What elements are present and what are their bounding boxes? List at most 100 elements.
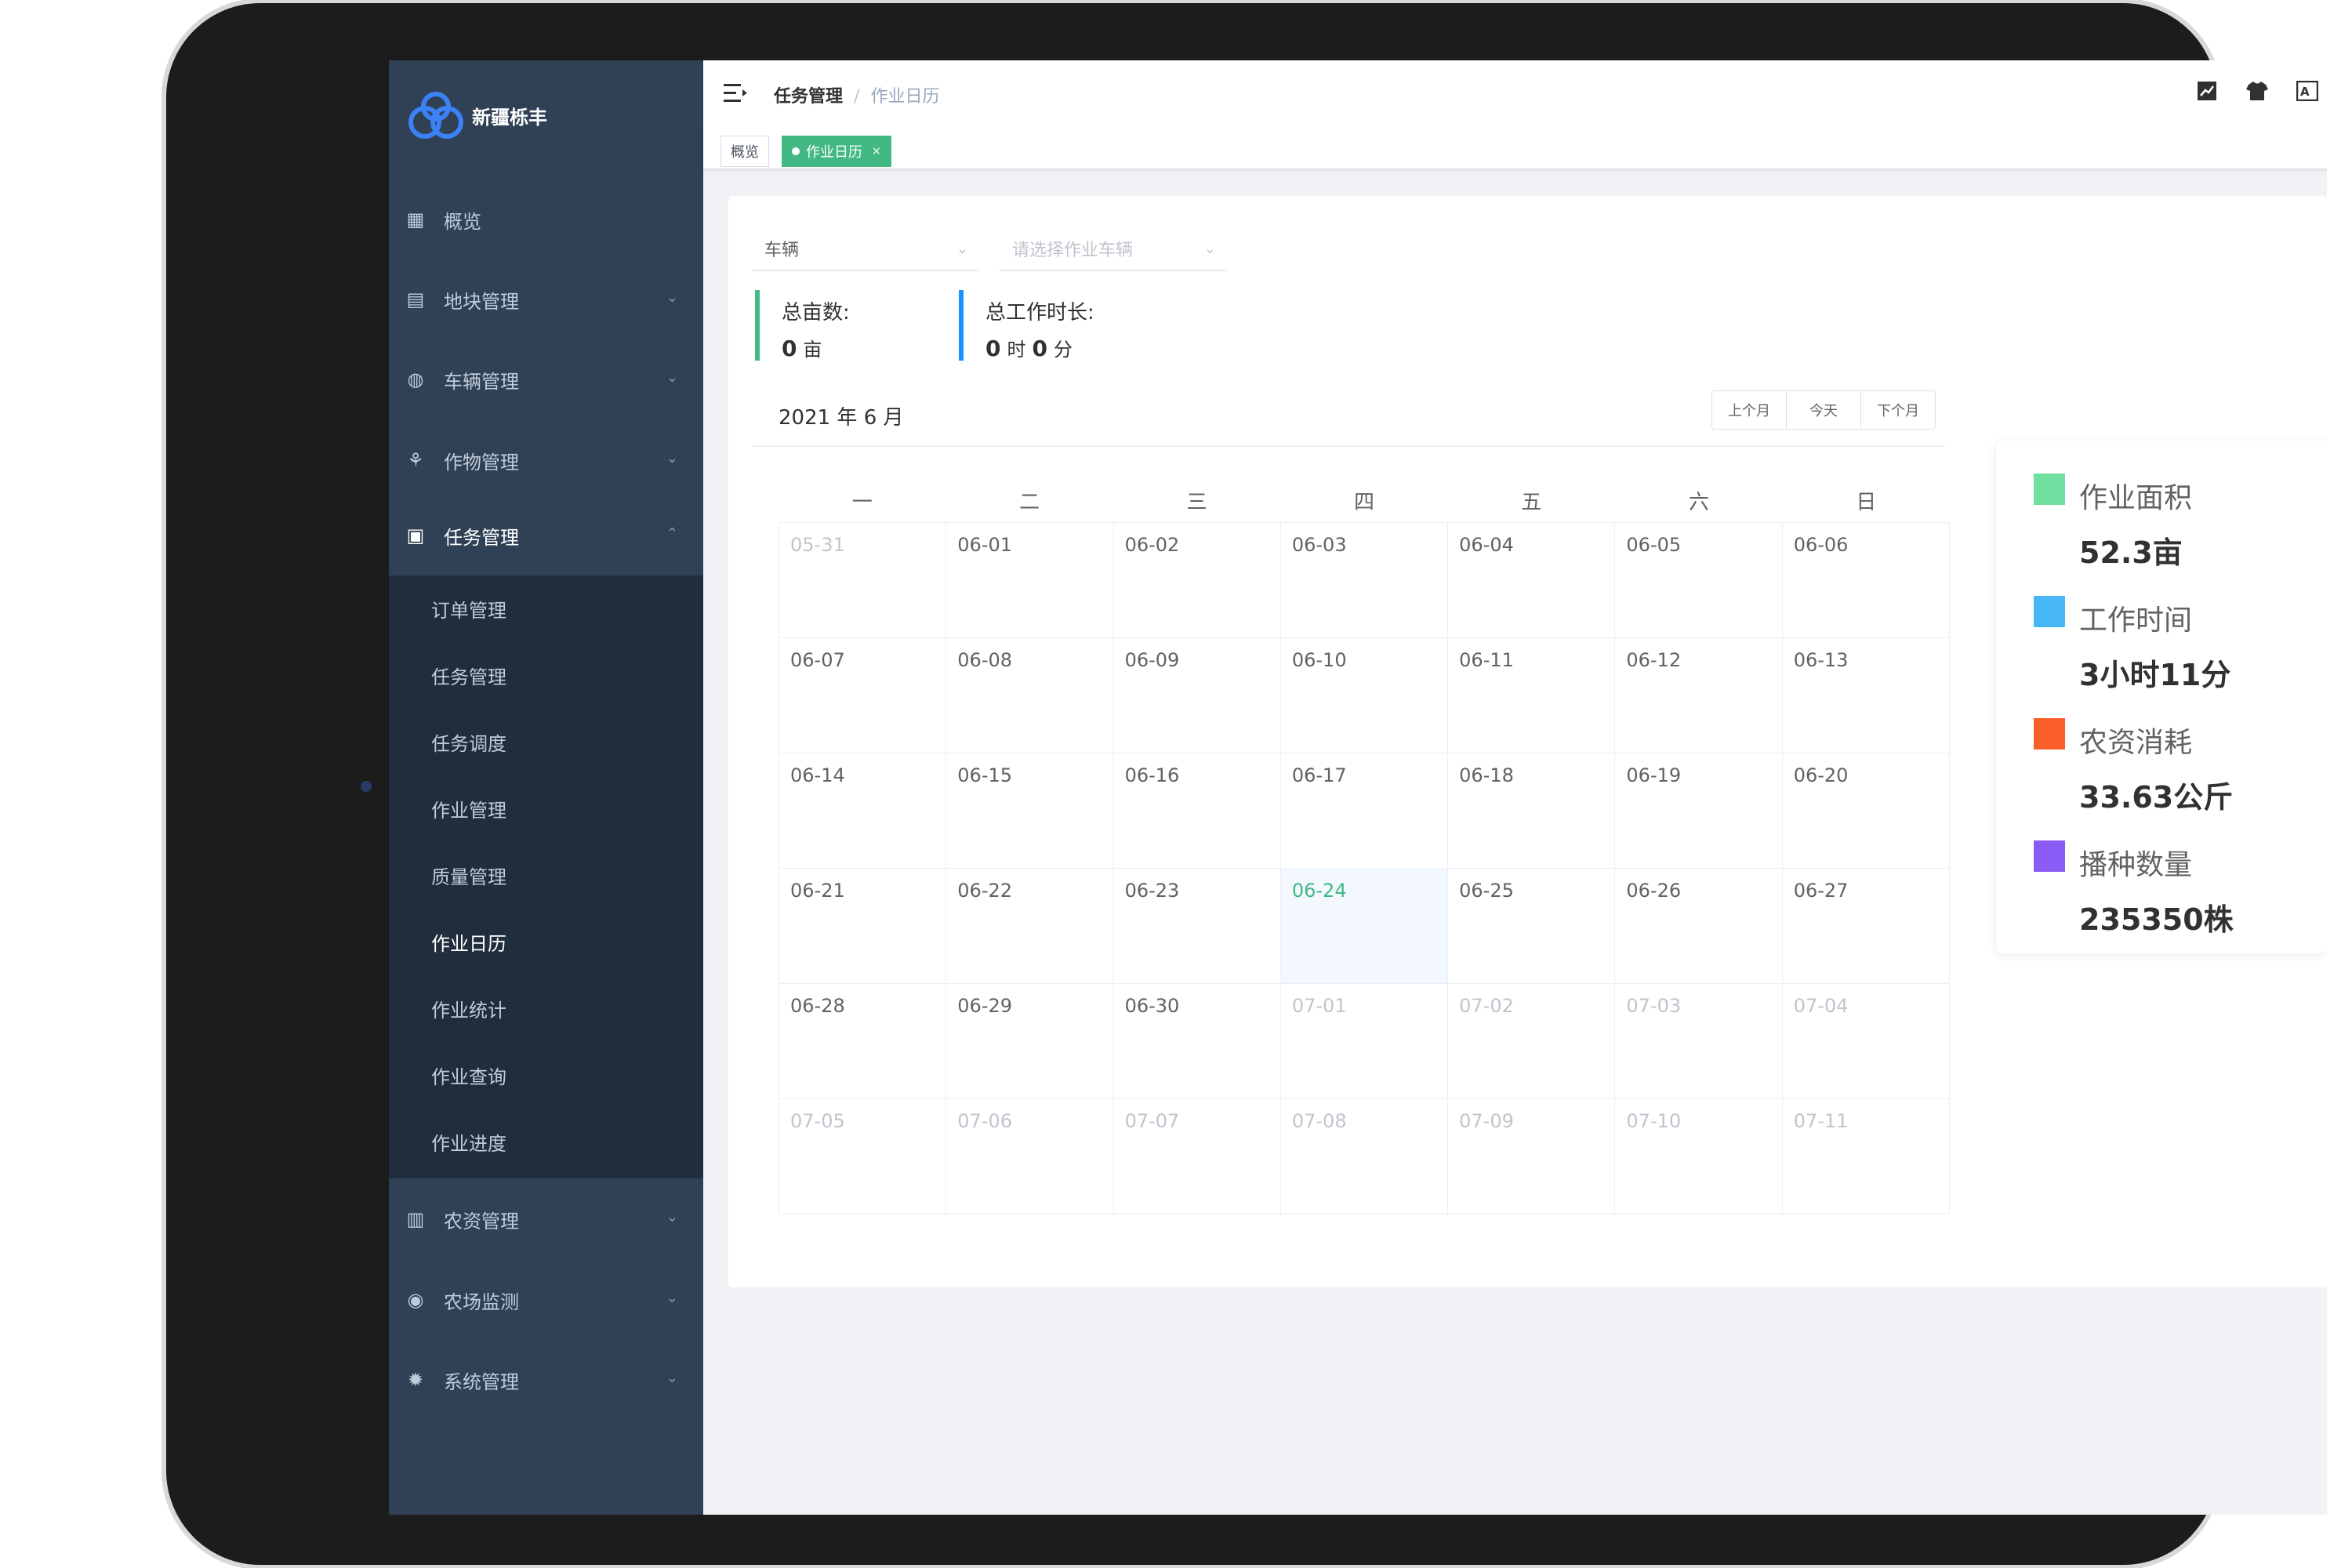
tablet-frame: 新疆栎丰 ▦ 概览 ▤ 地块管理 ⌄ ◍ 车辆管理 ⌄ ⚘ 作物管理 ⌄ ▣ 任… xyxy=(166,3,2327,1565)
calendar-day[interactable]: 06-04 xyxy=(1448,523,1616,638)
submenu-item-calendar[interactable]: 作业日历 xyxy=(389,909,703,975)
sidebar-item-label: 概览 xyxy=(444,210,481,233)
submenu-item-label: 任务调度 xyxy=(431,733,506,755)
calendar-day[interactable]: 07-03 xyxy=(1615,984,1783,1099)
calendar-day[interactable]: 07-06 xyxy=(946,1099,1114,1214)
hamburger-icon[interactable] xyxy=(724,82,747,104)
weekday-label: 五 xyxy=(1521,491,1542,514)
calendar-day[interactable]: 06-05 xyxy=(1615,523,1783,638)
sidebar-item-farm-monitoring[interactable]: ◉ 农场监测 ⌄ xyxy=(389,1260,703,1340)
calendar-day-today[interactable]: 06-24 xyxy=(1280,869,1449,984)
tag-work-calendar[interactable]: 作业日历 × xyxy=(782,136,891,167)
divider xyxy=(752,445,1945,447)
close-icon[interactable]: × xyxy=(872,145,881,158)
logo-text: 新疆栎丰 xyxy=(472,106,547,129)
today-button[interactable]: 今天 xyxy=(1787,391,1861,429)
calendar-day[interactable]: 06-12 xyxy=(1615,638,1783,753)
calendar-day[interactable]: 06-22 xyxy=(946,869,1114,984)
calendar-day[interactable]: 06-20 xyxy=(1782,753,1950,869)
chart-icon[interactable] xyxy=(2195,79,2219,103)
calendar-day[interactable]: 06-18 xyxy=(1448,753,1616,869)
logo[interactable]: 新疆栎丰 xyxy=(405,84,547,147)
calendar-day[interactable]: 06-26 xyxy=(1615,869,1783,984)
sidebar-item-label: 地块管理 xyxy=(444,290,519,313)
calendar-day[interactable]: 07-10 xyxy=(1615,1099,1783,1214)
calendar-day[interactable]: 06-06 xyxy=(1782,523,1950,638)
sidebar-item-label: 作物管理 xyxy=(444,451,519,474)
calendar-day[interactable]: 06-07 xyxy=(779,638,947,753)
chevron-down-icon: ⌄ xyxy=(666,450,678,466)
submenu-item-orders[interactable]: 订单管理 xyxy=(389,575,703,642)
submenu-item-query[interactable]: 作业查询 xyxy=(389,1042,703,1109)
work-vehicle-select[interactable]: 请选择作业车辆 ⌄ xyxy=(1000,227,1227,271)
font-size-icon[interactable]: A xyxy=(2296,79,2319,103)
chevron-down-icon: ⌄ xyxy=(956,240,968,257)
calendar-day[interactable]: 07-09 xyxy=(1448,1099,1616,1214)
sidebar-item-label: 农场监测 xyxy=(444,1290,519,1313)
sidebar-item-system[interactable]: ✹ 系统管理 ⌄ xyxy=(389,1340,703,1420)
calendar-day[interactable]: 06-11 xyxy=(1448,638,1616,753)
breadcrumb-separator: / xyxy=(854,87,860,107)
sidebar-item-agri-supplies[interactable]: ▥ 农资管理 ⌄ xyxy=(389,1179,703,1259)
calendar-day[interactable]: 06-08 xyxy=(946,638,1114,753)
calendar-day[interactable]: 06-27 xyxy=(1782,869,1950,984)
calendar-day[interactable]: 07-04 xyxy=(1782,984,1950,1099)
legend-swatch xyxy=(2034,840,2065,872)
submenu-item-quality[interactable]: 质量管理 xyxy=(389,842,703,909)
calendar-day[interactable]: 06-19 xyxy=(1615,753,1783,869)
chevron-down-icon: ⌄ xyxy=(666,1209,678,1225)
submenu-item-operations[interactable]: 作业管理 xyxy=(389,775,703,842)
minute-unit: 分 xyxy=(1053,339,1073,361)
calendar-week: 05-31 06-01 06-02 06-03 06-04 06-05 06-0… xyxy=(779,523,1950,638)
submenu-item-statistics[interactable]: 作业统计 xyxy=(389,975,703,1042)
submenu-item-dispatch[interactable]: 任务调度 xyxy=(389,709,703,775)
tag-overview[interactable]: 概览 xyxy=(720,136,769,167)
sidebar-item-overview[interactable]: ▦ 概览 xyxy=(389,180,703,260)
next-month-button[interactable]: 下个月 xyxy=(1861,391,1935,429)
sidebar-item-plots[interactable]: ▤ 地块管理 ⌄ xyxy=(389,260,703,339)
breadcrumb-parent[interactable]: 任务管理 xyxy=(774,87,843,107)
calendar-day[interactable]: 07-02 xyxy=(1448,984,1616,1099)
sidebar-item-crops[interactable]: ⚘ 作物管理 ⌄ xyxy=(389,420,703,500)
weekday-label: 四 xyxy=(1353,491,1374,514)
calendar-day[interactable]: 07-07 xyxy=(1113,1099,1281,1214)
calendar-day[interactable]: 06-03 xyxy=(1280,523,1449,638)
calendar-day[interactable]: 06-13 xyxy=(1782,638,1950,753)
calendar-day[interactable]: 06-15 xyxy=(946,753,1114,869)
calendar-day[interactable]: 07-08 xyxy=(1280,1099,1449,1214)
calendar-day[interactable]: 06-21 xyxy=(779,869,947,984)
calendar-day[interactable]: 06-23 xyxy=(1113,869,1281,984)
calendar-day[interactable]: 07-05 xyxy=(779,1099,947,1214)
breadcrumb-current: 作业日历 xyxy=(870,87,940,107)
calendar-day[interactable]: 06-10 xyxy=(1280,638,1449,753)
calendar-day[interactable]: 06-09 xyxy=(1113,638,1281,753)
vehicle-select[interactable]: 车辆 ⌄ xyxy=(752,227,979,271)
calendar-day[interactable]: 06-29 xyxy=(946,984,1114,1099)
calendar-day[interactable]: 06-17 xyxy=(1280,753,1449,869)
submenu-item-label: 作业进度 xyxy=(431,1133,506,1155)
calendar-day[interactable]: 06-28 xyxy=(779,984,947,1099)
submenu-item-label: 作业查询 xyxy=(431,1066,506,1088)
sidebar-item-vehicles[interactable]: ◍ 车辆管理 ⌄ xyxy=(389,339,703,419)
top-navbar: 任务管理 / 作业日历 A xyxy=(703,60,2327,129)
sidebar-item-tasks[interactable]: ▣ 任务管理 ⌃ xyxy=(389,495,703,575)
calendar-day[interactable]: 06-16 xyxy=(1113,753,1281,869)
calendar-day[interactable]: 06-01 xyxy=(946,523,1114,638)
shirt-icon[interactable] xyxy=(2245,79,2269,103)
calendar-day[interactable]: 06-02 xyxy=(1113,523,1281,638)
calendar-day[interactable]: 06-14 xyxy=(779,753,947,869)
total-area-label: 总亩数: xyxy=(782,301,850,325)
calendar-day[interactable]: 07-11 xyxy=(1782,1099,1950,1214)
legend-swatch xyxy=(2034,474,2065,505)
legend-label: 农资消耗 xyxy=(2079,727,2193,759)
calendar-day[interactable]: 06-25 xyxy=(1448,869,1616,984)
tag-label: 作业日历 xyxy=(806,144,862,161)
tasks-submenu: 订单管理 任务管理 任务调度 作业管理 质量管理 作业日历 作业统计 作业查询 … xyxy=(389,575,703,1178)
calendar-day[interactable]: 07-01 xyxy=(1280,984,1449,1099)
prev-month-button[interactable]: 上个月 xyxy=(1712,391,1787,429)
submenu-item-tasks[interactable]: 任务管理 xyxy=(389,642,703,709)
submenu-item-progress[interactable]: 作业进度 xyxy=(389,1109,703,1175)
chevron-down-icon: ⌄ xyxy=(1203,240,1216,257)
calendar-day[interactable]: 05-31 xyxy=(779,523,947,638)
calendar-day[interactable]: 06-30 xyxy=(1113,984,1281,1099)
